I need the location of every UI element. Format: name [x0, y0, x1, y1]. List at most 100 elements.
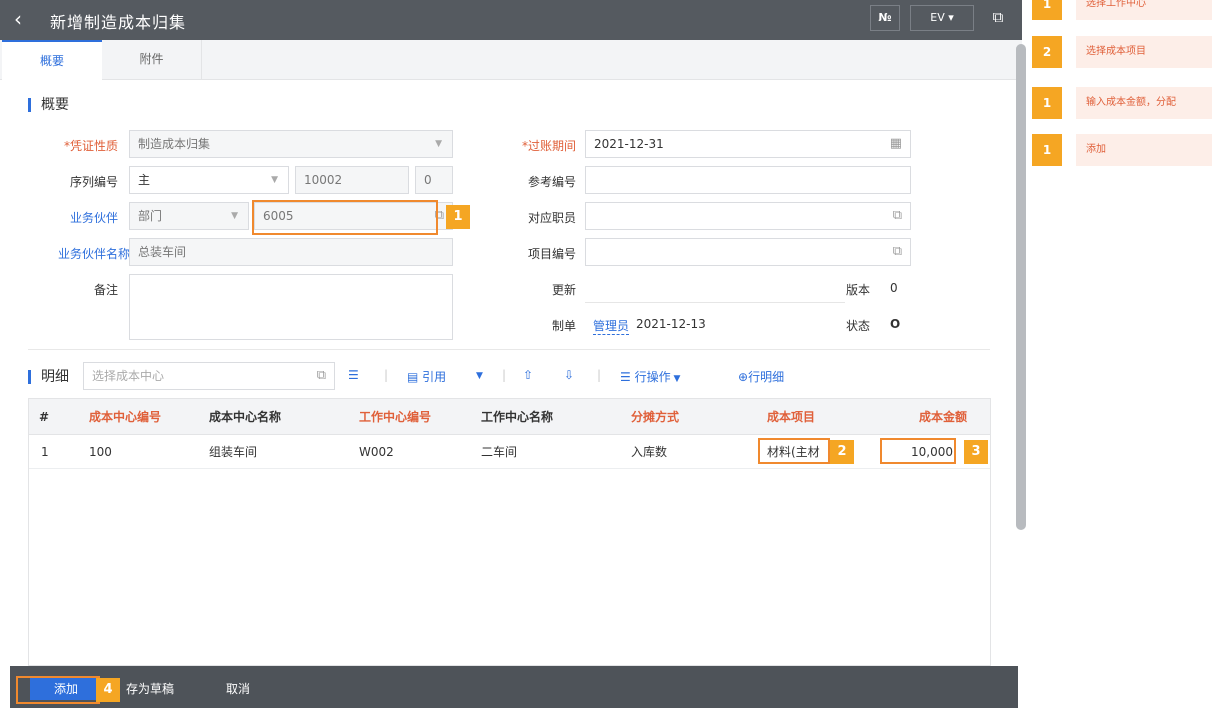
document-icon: ▤	[407, 370, 423, 384]
lookup-icon[interactable]: ⧉	[893, 203, 902, 229]
calendar-icon[interactable]: ▦	[890, 131, 902, 157]
creator-label: 制单	[551, 319, 576, 333]
step-text: 选择成本项目	[1076, 36, 1212, 68]
cell-cost-center-code[interactable]: 100	[89, 435, 112, 469]
steps-panel: 1 选择工作中心 2 选择成本项目 1 输入成本金额，分配 1 添加	[1028, 0, 1221, 712]
voucher-type-select[interactable]: 制造成本归集 ▼	[129, 130, 453, 158]
table-header: # 成本中心编号 成本中心名称 工作中心编号 工作中心名称 分摊方式 成本项目 …	[29, 399, 990, 435]
remark-label: 备注	[93, 283, 118, 297]
partner-name-label: 业务伙伴名称	[57, 247, 130, 261]
project-field[interactable]: ⧉	[585, 238, 911, 266]
chevron-down-icon: ▼	[670, 374, 681, 384]
callout-badge-1: 1	[446, 205, 470, 229]
col-cost-item[interactable]: 成本项目	[767, 399, 815, 435]
quote-button[interactable]: ▤ 引用	[407, 368, 446, 385]
chevron-down-icon: ▼	[231, 211, 238, 221]
step-number: 2	[1032, 36, 1062, 68]
toolbar-separator: |	[502, 368, 507, 382]
cost-center-select[interactable]: 选择成本中心 ⧉	[83, 362, 335, 390]
version-label: 版本	[846, 283, 871, 297]
title-bar: ‹ 新增制造成本归集 № EV ▾ ⧉	[0, 0, 1022, 40]
posting-period-value: 2021-12-31	[594, 137, 664, 151]
zoom-in-icon: ⊕	[738, 370, 749, 384]
quote-dropdown-icon[interactable]: ▼	[476, 371, 483, 381]
highlight-box-2	[758, 438, 830, 464]
callout-badge-4: 4	[96, 678, 120, 702]
serial-prefix-select[interactable]: 主 ▼	[129, 166, 289, 194]
step-text: 输入成本金额，分配	[1076, 87, 1212, 119]
toolbar-separator: |	[597, 368, 602, 382]
serial-label: 序列编号	[69, 175, 118, 189]
main-window: ‹ 新增制造成本归集 № EV ▾ ⧉ 概要 附件 概要 *凭证性质 制造成本归…	[0, 0, 1026, 712]
cell-cost-center-name: 组装车间	[209, 445, 258, 459]
tab-summary[interactable]: 概要	[2, 40, 102, 80]
detail-table: # 成本中心编号 成本中心名称 工作中心编号 工作中心名称 分摊方式 成本项目 …	[28, 398, 991, 666]
serial-suffix-field: 0	[415, 166, 453, 194]
voucher-type-label: *凭证性质	[63, 139, 118, 153]
partner-name-field: 总装车间	[129, 238, 453, 266]
step-text: 选择工作中心	[1076, 0, 1212, 20]
partner-label[interactable]: 业务伙伴	[30, 209, 118, 226]
summary-section-title: 概要	[28, 98, 69, 112]
vertical-scrollbar[interactable]	[1016, 44, 1026, 530]
creator-name-link[interactable]: 管理员	[593, 317, 630, 335]
partner-type-select[interactable]: 部门 ▼	[129, 202, 249, 230]
update-label: 更新	[551, 283, 576, 297]
update-underline	[585, 302, 845, 303]
step-number: 1	[1032, 0, 1062, 20]
external-link-icon[interactable]: ⧉	[986, 5, 1010, 31]
section-divider	[28, 349, 990, 350]
numbering-button[interactable]: №	[870, 5, 900, 31]
step-item: 1 输入成本金额，分配	[1032, 87, 1212, 119]
ref-no-input[interactable]	[585, 166, 911, 194]
move-down-icon[interactable]: ⇩	[564, 368, 574, 382]
col-index: #	[39, 410, 50, 424]
col-cost-center-name[interactable]: 成本中心名称	[209, 399, 281, 435]
row-ops-button[interactable]: ☰ 行操作 ▼	[620, 368, 680, 385]
step-item: 1 添加	[1032, 134, 1212, 166]
voucher-type-value: 制造成本归集	[138, 137, 211, 151]
staff-field[interactable]: ⧉	[585, 202, 911, 230]
toolbar-separator: |	[384, 368, 389, 382]
back-icon[interactable]: ‹	[14, 8, 22, 30]
chevron-down-icon: ▼	[271, 175, 278, 185]
lookup-icon[interactable]: ⧉	[317, 363, 326, 389]
row-detail-button[interactable]: ⊕行明细	[738, 368, 784, 385]
status-label: 状态	[846, 319, 871, 333]
list-icon[interactable]: ☰	[348, 368, 359, 382]
highlight-box-1	[252, 200, 438, 235]
ev-dropdown-button[interactable]: EV ▾	[910, 5, 974, 31]
row-ops-label: 行操作	[634, 370, 671, 384]
step-text: 添加	[1076, 134, 1212, 166]
project-label: 项目编号	[527, 247, 576, 261]
posting-period-label: *过账期间	[521, 139, 576, 153]
col-work-center-name[interactable]: 工作中心名称	[481, 399, 553, 435]
col-work-center-code[interactable]: 工作中心编号	[359, 399, 431, 435]
quote-label: 引用	[422, 370, 447, 384]
callout-badge-3: 3	[964, 440, 988, 464]
cost-center-placeholder: 选择成本中心	[92, 369, 165, 383]
col-cost-center-code[interactable]: 成本中心编号	[89, 399, 161, 435]
cell-work-center-code[interactable]: W002	[359, 435, 394, 469]
col-allocation-method[interactable]: 分摊方式	[631, 399, 679, 435]
ref-no-label: 参考编号	[527, 175, 576, 189]
cell-allocation-method[interactable]: 入库数	[631, 435, 667, 469]
col-cost-amount[interactable]: 成本金额	[919, 399, 967, 435]
remark-textarea[interactable]	[129, 274, 453, 340]
move-up-icon[interactable]: ⇧	[523, 368, 533, 382]
lookup-icon[interactable]: ⧉	[893, 239, 902, 265]
page-title: 新增制造成本归集	[50, 13, 187, 32]
cell-work-center-name: 二车间	[481, 445, 518, 459]
posting-period-field[interactable]: 2021-12-31 ▦	[585, 130, 911, 158]
partner-type-value: 部门	[138, 209, 163, 223]
tab-attachments[interactable]: 附件	[102, 40, 202, 80]
chevron-down-icon: ▼	[435, 139, 442, 149]
cell-index: 1	[41, 445, 49, 459]
save-draft-button[interactable]: 存为草稿	[126, 678, 174, 700]
menu-icon: ☰	[620, 370, 635, 384]
staff-label: 对应职员	[527, 211, 576, 225]
cancel-button[interactable]: 取消	[226, 678, 250, 700]
version-value: 0	[890, 281, 898, 295]
step-number: 1	[1032, 134, 1062, 166]
callout-badge-2: 2	[830, 440, 854, 464]
